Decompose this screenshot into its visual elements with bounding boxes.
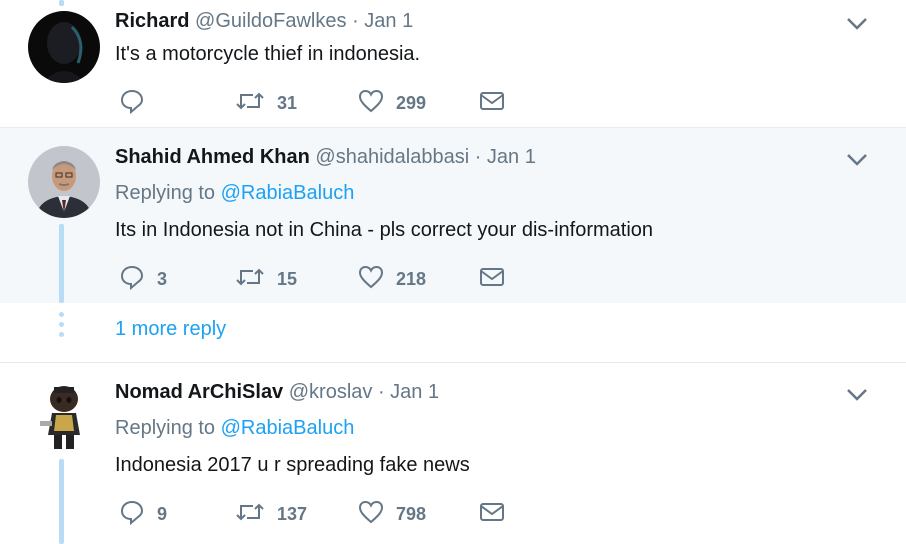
caret-down-icon[interactable] bbox=[846, 153, 868, 167]
reply-count: 3 bbox=[157, 268, 168, 289]
tweet-date[interactable]: · Jan 1 bbox=[378, 381, 439, 403]
user-handle[interactable]: @GuildoFawlkes bbox=[195, 10, 346, 32]
reply-button[interactable] bbox=[119, 88, 145, 118]
retweet-button[interactable]: 31 bbox=[235, 88, 297, 118]
tweet-date[interactable]: · Jan 1 bbox=[352, 10, 413, 32]
tweet-date[interactable]: · Jan 1 bbox=[475, 146, 536, 168]
reply-icon bbox=[119, 264, 145, 295]
retweet-count: 31 bbox=[277, 92, 298, 113]
like-button[interactable]: 218 bbox=[358, 264, 426, 294]
like-icon bbox=[358, 499, 384, 530]
direct-message-button[interactable] bbox=[479, 88, 505, 118]
thread-dots bbox=[59, 312, 64, 342]
avatar[interactable] bbox=[28, 381, 100, 453]
tweet-nomad[interactable]: Nomad ArChiSlav @kroslav · Jan 1 Replyin… bbox=[0, 363, 906, 544]
retweet-count: 137 bbox=[277, 503, 308, 524]
user-name[interactable]: Shahid Ahmed Khan bbox=[115, 146, 310, 168]
tweet-text: Its in Indonesia not in China - pls corr… bbox=[115, 219, 654, 241]
retweet-button[interactable]: 137 bbox=[235, 499, 307, 529]
like-count: 798 bbox=[396, 503, 427, 524]
retweet-icon bbox=[235, 88, 265, 119]
tweet-text: It's a motorcycle thief in indonesia. bbox=[115, 43, 421, 65]
reply-button[interactable]: 3 bbox=[119, 264, 167, 294]
retweet-icon bbox=[235, 264, 265, 295]
user-handle[interactable]: @kroslav bbox=[289, 381, 373, 403]
reply-count: 9 bbox=[157, 503, 168, 524]
user-name[interactable]: Richard bbox=[115, 10, 189, 32]
like-button[interactable]: 299 bbox=[358, 88, 426, 118]
like-button[interactable]: 798 bbox=[358, 499, 426, 529]
direct-message-button[interactable] bbox=[479, 264, 505, 294]
reply-icon bbox=[119, 499, 145, 530]
reply-icon bbox=[119, 88, 145, 119]
replying-to-label: Replying to bbox=[115, 417, 216, 439]
replying-to-link[interactable]: @RabiaBaluch bbox=[221, 182, 355, 204]
tweet-richard[interactable]: Richard @GuildoFawlkes · Jan 1 It's a mo… bbox=[0, 0, 906, 127]
avatar[interactable] bbox=[28, 11, 100, 83]
like-icon bbox=[358, 88, 384, 119]
reply-button[interactable]: 9 bbox=[119, 499, 167, 529]
thread-line bbox=[59, 224, 64, 303]
replying-to-label: Replying to bbox=[115, 182, 216, 204]
avatar[interactable] bbox=[28, 146, 100, 218]
retweet-button[interactable]: 15 bbox=[235, 264, 297, 294]
replying-to: Replying to @RabiaBaluch bbox=[115, 417, 354, 440]
caret-down-icon[interactable] bbox=[846, 388, 868, 402]
like-icon bbox=[358, 264, 384, 295]
like-count: 299 bbox=[396, 92, 427, 113]
replying-to-link[interactable]: @RabiaBaluch bbox=[221, 417, 355, 439]
tweet-header: Nomad ArChiSlav @kroslav · Jan 1 bbox=[115, 381, 439, 404]
more-replies-link[interactable]: 1 more reply bbox=[115, 318, 226, 341]
user-handle[interactable]: @shahidalabbasi bbox=[315, 146, 469, 168]
direct-message-icon bbox=[479, 266, 505, 293]
thread-line bbox=[59, 459, 64, 544]
tweet-header: Shahid Ahmed Khan @shahidalabbasi · Jan … bbox=[115, 146, 536, 169]
retweet-count: 15 bbox=[277, 268, 298, 289]
direct-message-button[interactable] bbox=[479, 499, 505, 529]
thread-line-top bbox=[59, 0, 64, 6]
replying-to: Replying to @RabiaBaluch bbox=[115, 182, 354, 205]
direct-message-icon bbox=[479, 90, 505, 117]
caret-down-icon[interactable] bbox=[846, 17, 868, 31]
tweet-text: Indonesia 2017 u r spreading fake news bbox=[115, 454, 470, 476]
retweet-icon bbox=[235, 499, 265, 530]
like-count: 218 bbox=[396, 268, 427, 289]
direct-message-icon bbox=[479, 501, 505, 528]
tweet-shahid[interactable]: Shahid Ahmed Khan @shahidalabbasi · Jan … bbox=[0, 128, 906, 303]
tweet-header: Richard @GuildoFawlkes · Jan 1 bbox=[115, 10, 413, 33]
user-name[interactable]: Nomad ArChiSlav bbox=[115, 381, 283, 403]
